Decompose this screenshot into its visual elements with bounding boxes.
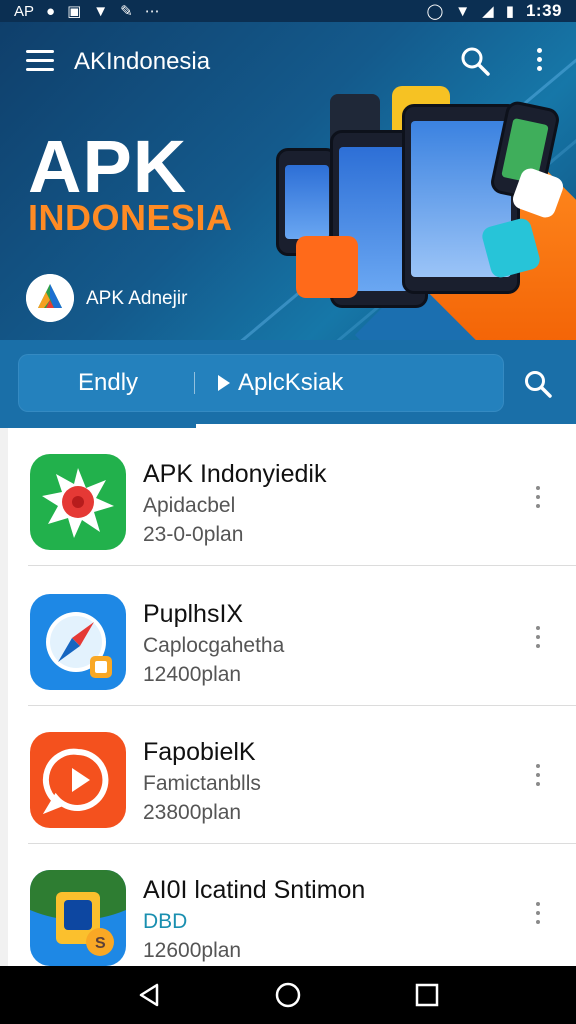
app-size: 23-0-0plan: [143, 523, 244, 546]
list-item[interactable]: APK Indonyiedik Apidacbel 23-0-0plan: [0, 428, 576, 566]
list-item[interactable]: S AI0I lcatind Sntimon DBD 12600plan: [0, 844, 576, 966]
apk-logo-icon: [26, 274, 74, 322]
notification-icon: ●: [46, 2, 56, 20]
search-icon[interactable]: [458, 44, 492, 78]
app-size: 23800plan: [143, 801, 242, 824]
back-icon[interactable]: [129, 975, 169, 1015]
tab-bar: Endly AplcKsiak: [0, 340, 576, 428]
bag-icon: S: [30, 870, 126, 966]
app-size: 12400plan: [143, 663, 242, 686]
app-name: APK Indonyiedik: [143, 460, 327, 488]
app-bar: AKIndonesia: [0, 42, 576, 82]
tab-label: AplcKsiak: [238, 369, 344, 396]
system-nav-bar: [0, 966, 576, 1024]
hero-subtitle: INDONESIA: [28, 197, 233, 238]
overflow-menu-icon[interactable]: [532, 48, 546, 76]
app-list: APK Indonyiedik Apidacbel 23-0-0plan Pup…: [0, 428, 576, 966]
status-bar: AP ● ▣ ▼ ✎ ⋯ ◯ ▼ ◢ ▮ 1:39: [0, 0, 576, 22]
more-options-icon[interactable]: [533, 626, 543, 654]
hero-banner: AKIndonesia APK INDONESIA APK Adnejir: [0, 22, 576, 340]
sun-badge-icon: [30, 454, 126, 550]
app-name: AI0I lcatind Sntimon: [143, 876, 366, 904]
app-title: AKIndonesia: [74, 48, 211, 75]
app-name: FapobielK: [143, 738, 256, 766]
more-options-icon[interactable]: [533, 486, 543, 514]
hero-logo-label: APK Adnejir: [86, 288, 188, 309]
more-icon: ⋯: [144, 2, 160, 20]
compass-icon: [30, 594, 126, 690]
pencil-icon: ✎: [120, 2, 133, 20]
wifi-icon: ▼: [93, 2, 109, 20]
app-size: 12600plan: [143, 939, 242, 962]
app-category: Famictanblls: [143, 772, 261, 795]
search-icon[interactable]: [522, 368, 554, 400]
tab-label: Endly: [78, 369, 139, 396]
tab-container: Endly AplcKsiak: [18, 354, 504, 412]
svg-text:S: S: [95, 935, 106, 952]
status-left-text: AP: [14, 2, 35, 20]
menu-icon[interactable]: [26, 50, 54, 72]
gallery-icon: ▣: [67, 2, 82, 20]
list-item[interactable]: FapobielK Famictanblls 23800plan: [0, 706, 576, 844]
more-options-icon[interactable]: [533, 764, 543, 792]
more-options-icon[interactable]: [533, 902, 543, 930]
app-name: PuplhsIX: [143, 600, 244, 628]
home-icon[interactable]: [268, 975, 308, 1015]
wifi-icon: ▼: [455, 2, 471, 20]
app-category: Apidacbel: [143, 494, 236, 517]
battery-icon: ▮: [505, 2, 514, 20]
tab-divider: [194, 372, 195, 394]
status-time: 1:39: [525, 1, 562, 20]
list-item[interactable]: PuplhsIX Caplocgahetha 12400plan: [0, 568, 576, 706]
app-category: DBD: [143, 910, 188, 933]
signal-icon: ◢: [482, 2, 494, 20]
app-category: Caplocgahetha: [143, 634, 285, 657]
play-icon: [218, 375, 230, 391]
tab-aplicksiak[interactable]: AplcKsiak: [218, 354, 343, 412]
alarm-icon: ◯: [426, 2, 444, 20]
recents-icon[interactable]: [407, 975, 447, 1015]
tab-endly[interactable]: Endly: [78, 354, 138, 412]
play-bubble-icon: [30, 732, 126, 828]
